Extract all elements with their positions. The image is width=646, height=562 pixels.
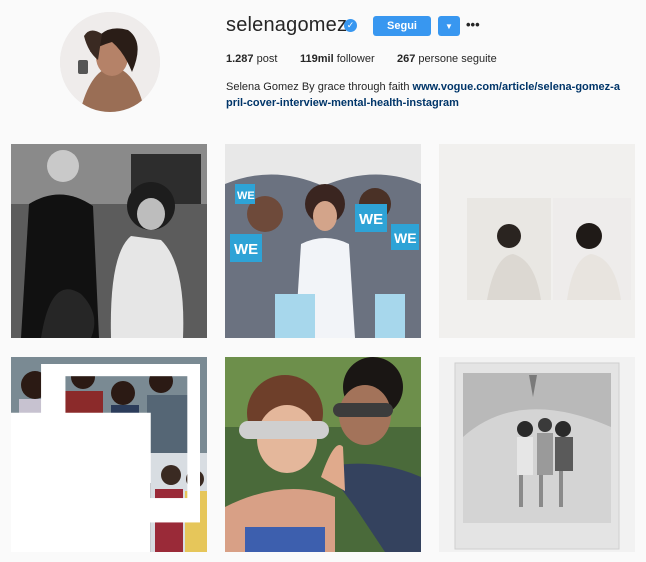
post-thumbnail-5[interactable] — [225, 357, 421, 552]
bio-text: By grace through faith — [301, 81, 410, 93]
we-sign: WE — [394, 230, 417, 246]
post-thumbnail-6[interactable] — [439, 357, 635, 552]
following-count-value: 267 — [397, 53, 416, 65]
followers-count-value: 119mil — [300, 53, 334, 65]
post-thumbnail-1[interactable] — [11, 144, 207, 338]
we-sign: WE — [234, 241, 258, 258]
post-thumbnail-3[interactable] — [439, 144, 635, 338]
verified-badge-icon: ✓ — [344, 19, 357, 32]
followers-count-label: follower — [336, 53, 375, 65]
we-sign: WE — [237, 190, 255, 202]
ellipsis-icon[interactable]: ••• — [466, 15, 480, 35]
posts-count: 1.287 post — [226, 53, 277, 65]
post-thumbnail-4[interactable] — [11, 357, 207, 552]
follow-button[interactable]: Segui — [373, 16, 431, 36]
following-count[interactable]: 267 persone seguite — [397, 53, 497, 65]
posts-count-label: post — [256, 53, 278, 65]
posts-count-value: 1.287 — [226, 53, 254, 65]
profile-bio: Selena Gomez By grace through faith www.… — [226, 79, 626, 111]
profile-avatar — [60, 12, 160, 112]
we-sign: WE — [359, 211, 383, 228]
multiple-photos-icon — [11, 364, 200, 552]
chevron-down-icon[interactable]: ▼ — [438, 16, 460, 36]
post-thumbnail-2[interactable]: WE WE WE WE — [225, 144, 421, 338]
following-count-label: persone seguite — [418, 53, 497, 65]
profile-username: selenagomez — [226, 14, 348, 36]
followers-count[interactable]: 119mil follower — [300, 53, 375, 65]
bio-name: Selena Gomez — [226, 81, 299, 93]
